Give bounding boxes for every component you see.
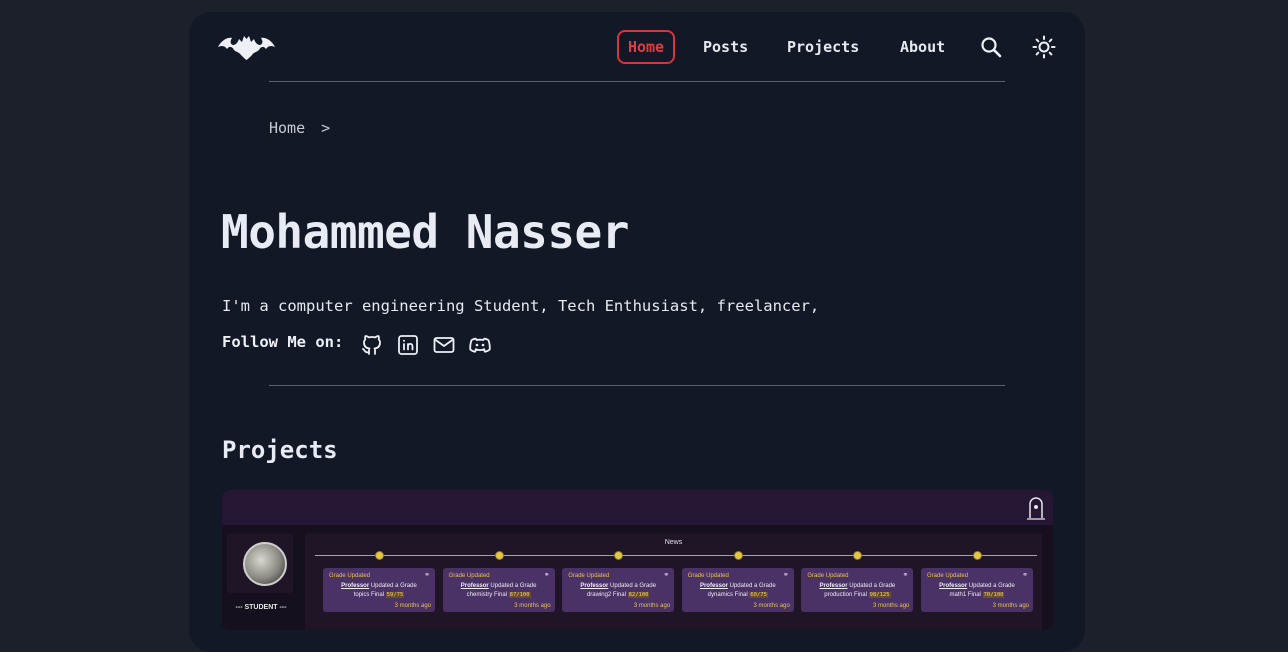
section-divider xyxy=(269,385,1005,386)
news-card-action: Updated a Grade xyxy=(370,583,417,589)
github-icon[interactable] xyxy=(360,333,384,357)
timeline-dot xyxy=(973,551,982,560)
preview-news-label: News xyxy=(664,539,683,546)
timeline-dot xyxy=(614,551,624,560)
sun-icon[interactable] xyxy=(1032,35,1056,59)
preview-news-panel: News Grade Updated ⚭ Professor Updated a G… xyxy=(305,533,1042,630)
link-icon[interactable]: ⚭ xyxy=(1022,571,1028,579)
follow-label: Follow Me on: xyxy=(222,333,344,351)
discord-icon[interactable] xyxy=(468,333,492,357)
avatar xyxy=(243,542,287,586)
nav-projects-link[interactable]: Projects xyxy=(787,30,859,64)
tower-logo-icon xyxy=(1027,497,1045,520)
news-card[interactable]: Grade Updated ⚭ Professor Updated a Grade d… xyxy=(681,568,794,612)
linkedin-icon[interactable] xyxy=(396,333,420,357)
news-card[interactable]: Grade Updated ⚭ Professor Updated a Grade t… xyxy=(323,568,435,612)
news-card-header: Grade Updated xyxy=(329,573,371,579)
news-card-header: Grade Updated xyxy=(927,573,969,579)
breadcrumb-home[interactable]: Home xyxy=(269,119,305,137)
preview-student-label: --- STUDENT --- xyxy=(235,604,287,611)
news-card-score: 60/75 xyxy=(749,592,768,598)
news-card-actor[interactable]: Professor xyxy=(820,583,848,589)
news-card-item: chemistry Final xyxy=(466,592,507,598)
projects-heading: Projects xyxy=(222,436,338,464)
news-card-item: dynamics Final xyxy=(707,592,748,598)
timeline-line xyxy=(315,555,1037,556)
link-icon[interactable]: ⚭ xyxy=(783,571,789,579)
search-icon[interactable] xyxy=(980,36,1002,58)
news-card-actor[interactable]: Professor xyxy=(461,583,489,589)
news-card-body: Professor Updated a Grade topics Final 59… xyxy=(323,582,435,600)
news-card-actor[interactable]: Professor xyxy=(700,583,728,589)
news-card-action: Updated a Grade xyxy=(849,583,896,589)
news-card-actor[interactable]: Professor xyxy=(341,583,369,589)
news-card-action: Updated a Grade xyxy=(968,583,1015,589)
news-card-body: Professor Updated a Grade drawing2 Final … xyxy=(562,582,674,600)
news-card-item: math1 Final xyxy=(949,592,981,598)
news-card-item: drawing2 Final xyxy=(586,592,626,598)
news-card[interactable]: Grade Updated ⚭ Professor Updated a Grade m… xyxy=(921,568,1033,612)
timeline-dot xyxy=(733,551,743,560)
bat-logo-icon[interactable] xyxy=(218,33,275,60)
news-card-time: 3 months ago xyxy=(992,603,1029,609)
news-card-score: 87/100 xyxy=(508,592,531,598)
nav-posts-link[interactable]: Posts xyxy=(703,30,748,64)
news-card[interactable]: Grade Updated ⚭ Professor Updated a Grade c… xyxy=(442,568,555,612)
news-card-header: Grade Updated xyxy=(807,573,849,579)
news-card-body: Professor Updated a Grade math1 Final 70/… xyxy=(921,582,1033,600)
link-icon[interactable]: ⚭ xyxy=(903,571,909,579)
news-card-header: Grade Updated xyxy=(448,573,490,579)
news-card-score: 98/125 xyxy=(868,592,891,598)
news-card-time: 3 months ago xyxy=(873,603,910,609)
mail-icon[interactable] xyxy=(432,333,456,357)
news-card-action: Updated a Grade xyxy=(729,583,776,589)
news-card-body: Professor Updated a Grade production Fina… xyxy=(801,582,913,600)
news-card-actor[interactable]: Professor xyxy=(580,583,608,589)
page-title: Mohammed Nasser xyxy=(221,205,629,259)
news-card[interactable]: Grade Updated ⚭ Professor Updated a Grade p… xyxy=(801,568,914,612)
breadcrumb: Home > xyxy=(269,119,330,137)
timeline-dot xyxy=(853,551,863,560)
link-icon[interactable]: ⚭ xyxy=(663,571,669,579)
news-card-score: 70/100 xyxy=(982,592,1005,598)
news-card-time: 3 months ago xyxy=(753,603,790,609)
news-card-score: 82/100 xyxy=(627,592,650,598)
news-card-score: 59/75 xyxy=(385,592,405,598)
timeline-dot xyxy=(494,551,504,560)
news-card-header: Grade Updated xyxy=(568,573,610,579)
news-card-body: Professor Updated a Grade dynamics Final … xyxy=(682,582,794,600)
project-preview-image[interactable]: --- STUDENT --- News Grade Updated ⚭ Profe… xyxy=(222,490,1053,630)
news-card-header: Grade Updated xyxy=(687,573,729,579)
bio-text: I'm a computer engineering Student, Tech… xyxy=(222,297,820,315)
news-card-time: 3 months ago xyxy=(514,603,551,609)
news-card-time: 3 months ago xyxy=(633,603,671,609)
news-card-item: topics Final xyxy=(353,592,385,598)
news-card[interactable]: Grade Updated ⚭ Professor Updated a Grade d… xyxy=(562,568,675,612)
news-card-time: 3 months ago xyxy=(394,603,431,609)
news-card-body: Professor Updated a Grade chemistry Final… xyxy=(443,582,555,600)
header-divider xyxy=(269,81,1005,82)
preview-avatar-panel xyxy=(227,533,293,593)
news-card-item: production Final xyxy=(824,592,867,598)
news-card-actor[interactable]: Professor xyxy=(939,583,967,589)
timeline-dot xyxy=(375,551,384,560)
link-icon[interactable]: ⚭ xyxy=(544,571,550,579)
preview-topbar xyxy=(222,490,1053,525)
nav-home-link[interactable]: Home xyxy=(617,30,675,64)
news-card-action: Updated a Grade xyxy=(610,583,657,589)
breadcrumb-separator: > xyxy=(321,119,331,137)
news-card-action: Updated a Grade xyxy=(490,583,537,589)
nav-about-link[interactable]: About xyxy=(900,30,945,64)
link-icon[interactable]: ⚭ xyxy=(424,571,430,579)
